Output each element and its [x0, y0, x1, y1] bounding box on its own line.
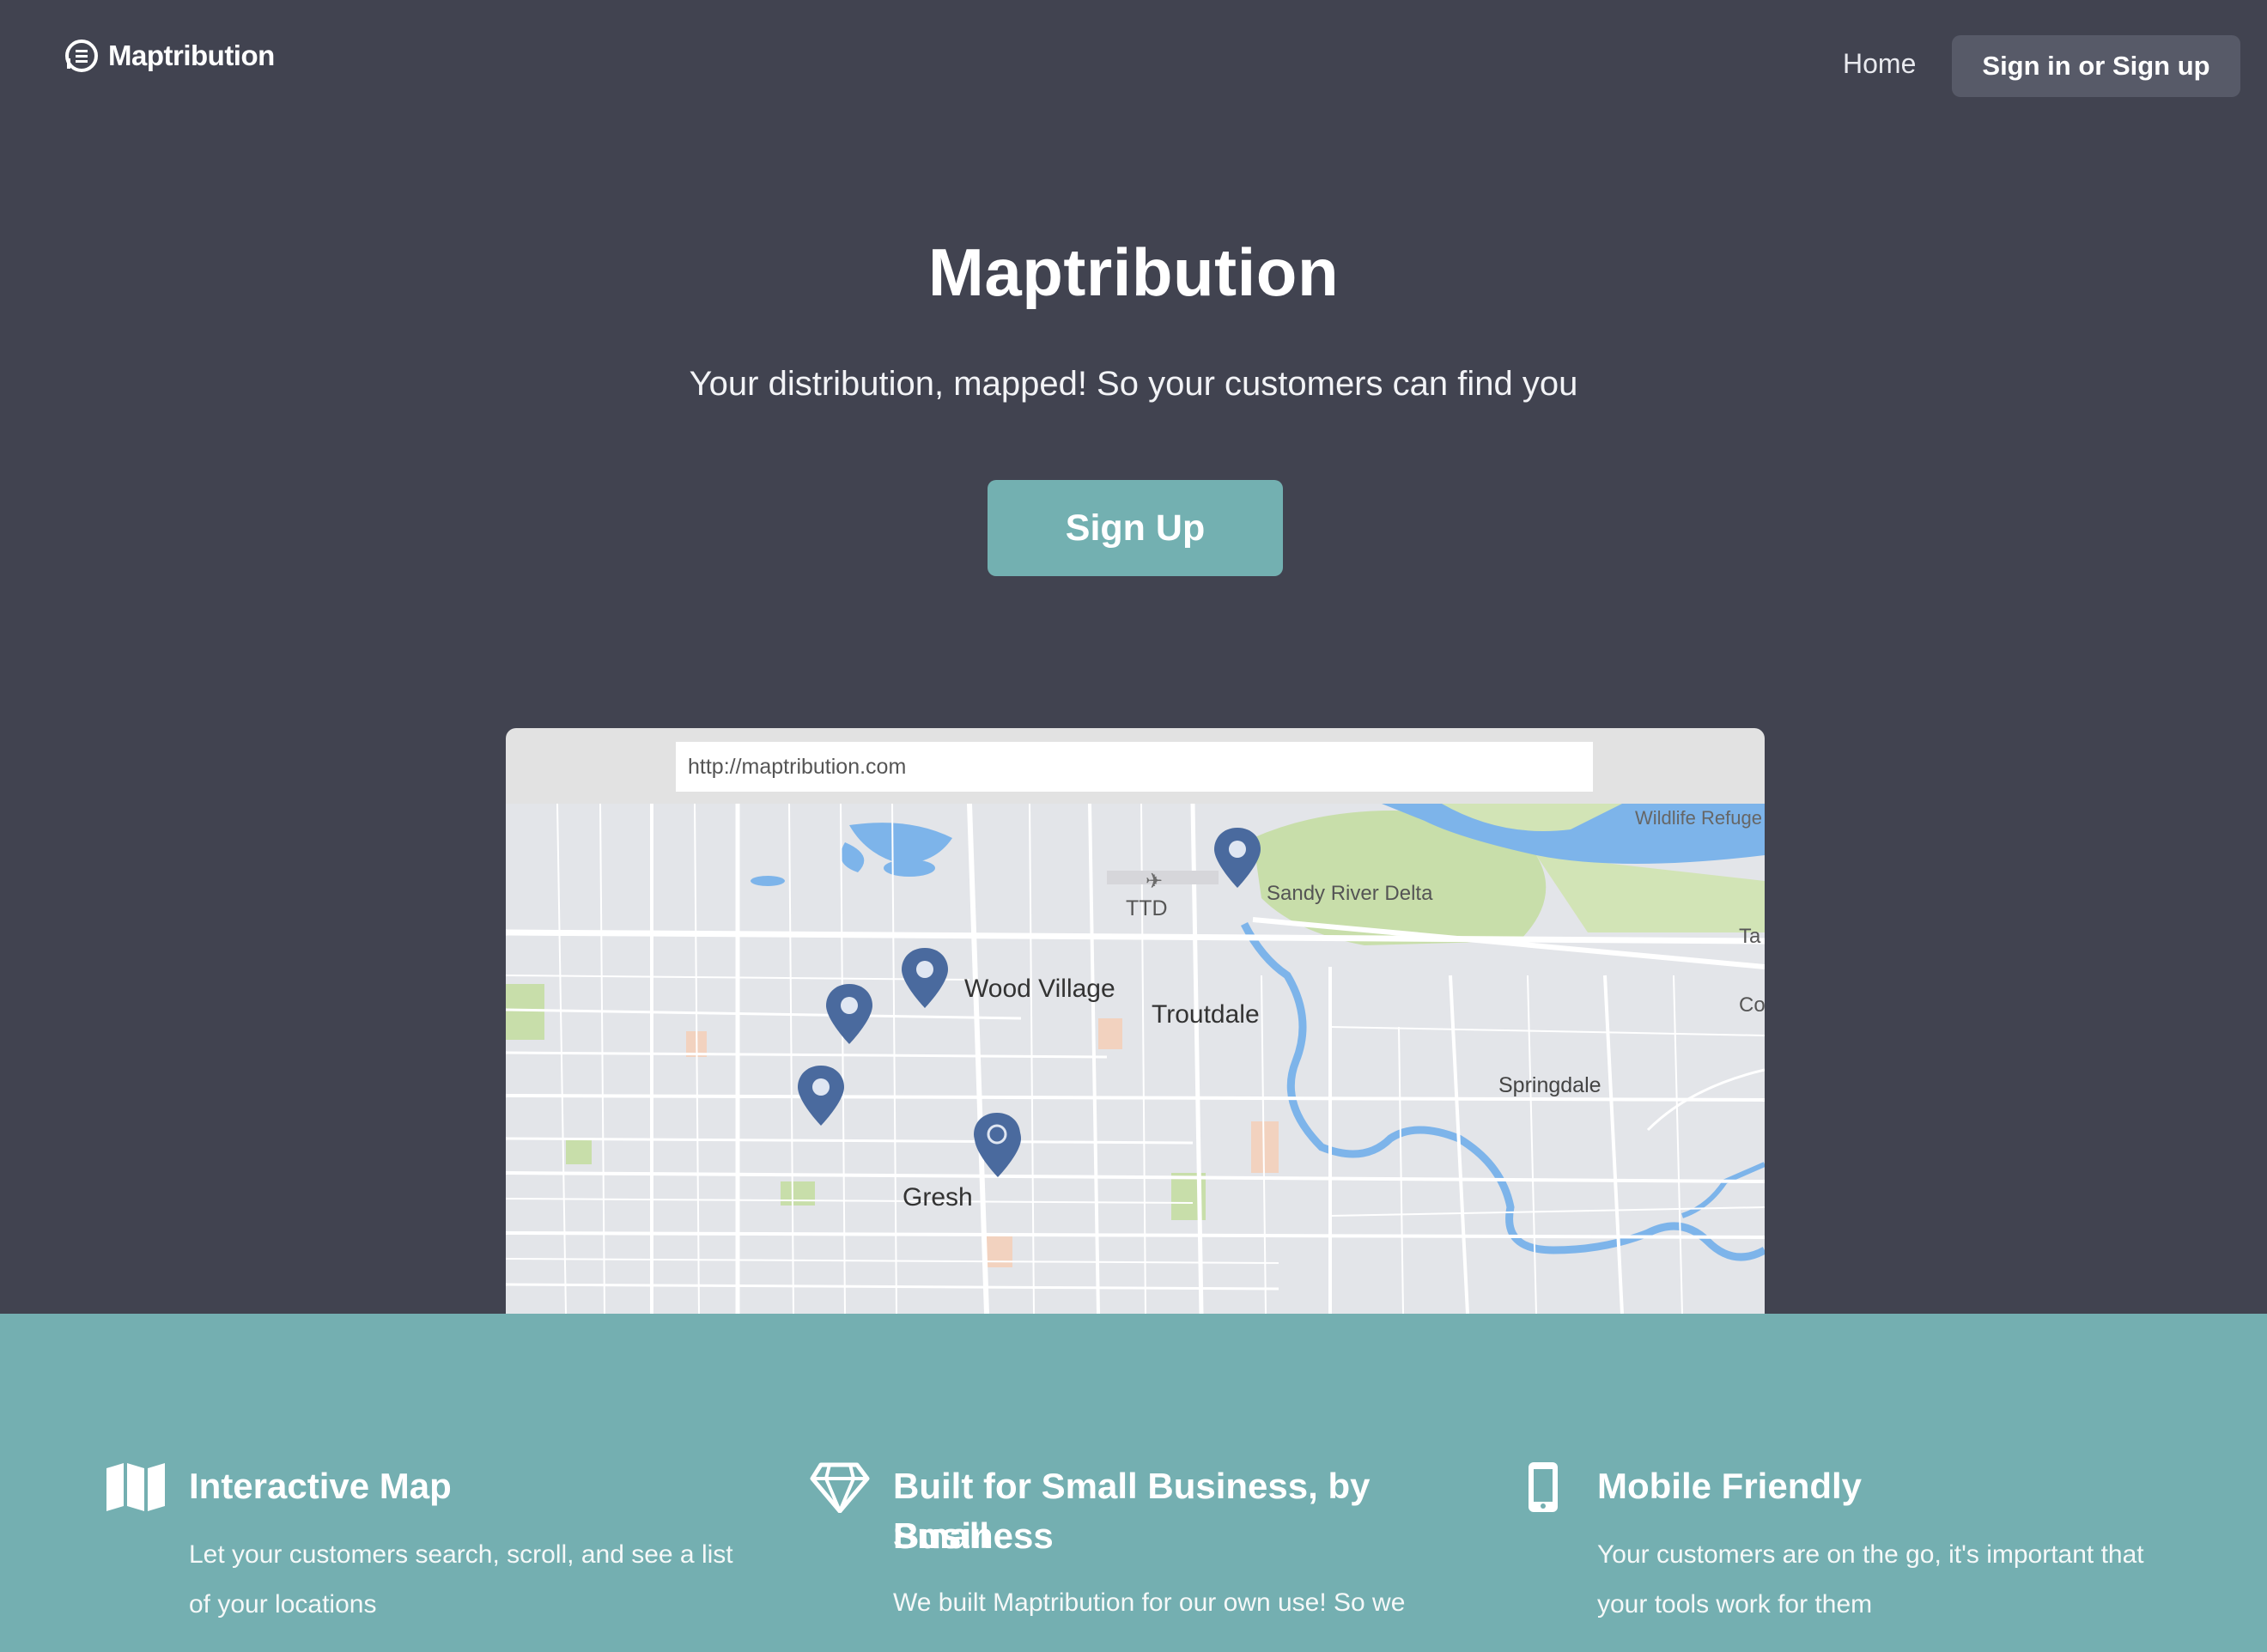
- map-preview: ✈ Wildlife Refuge TTD Sandy River Delta …: [506, 804, 1765, 1314]
- map-label-wood-village: Wood Village: [964, 975, 1115, 1003]
- feature-desc-line: of your locations: [189, 1590, 377, 1619]
- map-label-edge-co: Co: [1739, 993, 1765, 1017]
- hero-title: Maptribution: [927, 234, 1340, 310]
- map-label-springdale: Springdale: [1498, 1073, 1601, 1097]
- map-label-wildlife: Wildlife Refuge: [1635, 807, 1762, 829]
- map-label-troutdale: Troutdale: [1152, 1000, 1260, 1029]
- chat-list-icon: [65, 39, 98, 72]
- feature-desc-line: Let your customers search, scroll, and s…: [189, 1540, 733, 1569]
- signup-button[interactable]: Sign Up: [988, 480, 1283, 576]
- diamond-icon: [810, 1462, 870, 1513]
- brand-name: Maptribution: [108, 39, 275, 71]
- map-label-ttd: TTD: [1126, 896, 1168, 920]
- map-image: ✈ Wildlife Refuge TTD Sandy River Delta …: [506, 804, 1765, 1314]
- top-nav: Maptribution Home Sign in or Sign up: [0, 0, 2267, 129]
- mobile-icon: [1529, 1462, 1558, 1512]
- browser-preview: http://maptribution.com ✈ Wildlife Refug…: [506, 728, 1765, 1314]
- feature-title: Interactive Map: [189, 1466, 452, 1506]
- features-section: Interactive Map Let your customers searc…: [0, 1314, 2267, 1652]
- map-icon: [106, 1463, 165, 1511]
- map-label-sandy: Sandy River Delta: [1267, 882, 1433, 905]
- feature-title: Mobile Friendly: [1597, 1466, 1863, 1506]
- svg-text:✈: ✈: [1146, 869, 1163, 893]
- nav-home-link[interactable]: Home: [1843, 48, 1916, 80]
- map-label-gresham: Gresh: [903, 1183, 973, 1212]
- feature-title-line: Business: [893, 1515, 1054, 1556]
- signin-button[interactable]: Sign in or Sign up: [1952, 35, 2240, 97]
- feature-desc-line: Your customers are on the go, it's impor…: [1597, 1540, 2144, 1569]
- url-bar: http://maptribution.com: [676, 742, 1593, 792]
- feature-desc-line: We built Maptribution for our own use! S…: [893, 1588, 1406, 1617]
- feature-desc-line: your tools work for them: [1597, 1590, 1873, 1619]
- brand-logo[interactable]: Maptribution: [64, 38, 275, 74]
- map-label-edge-ta: Ta: [1739, 925, 1761, 948]
- hero-subtitle: Your distribution, mapped! So your custo…: [689, 365, 1578, 403]
